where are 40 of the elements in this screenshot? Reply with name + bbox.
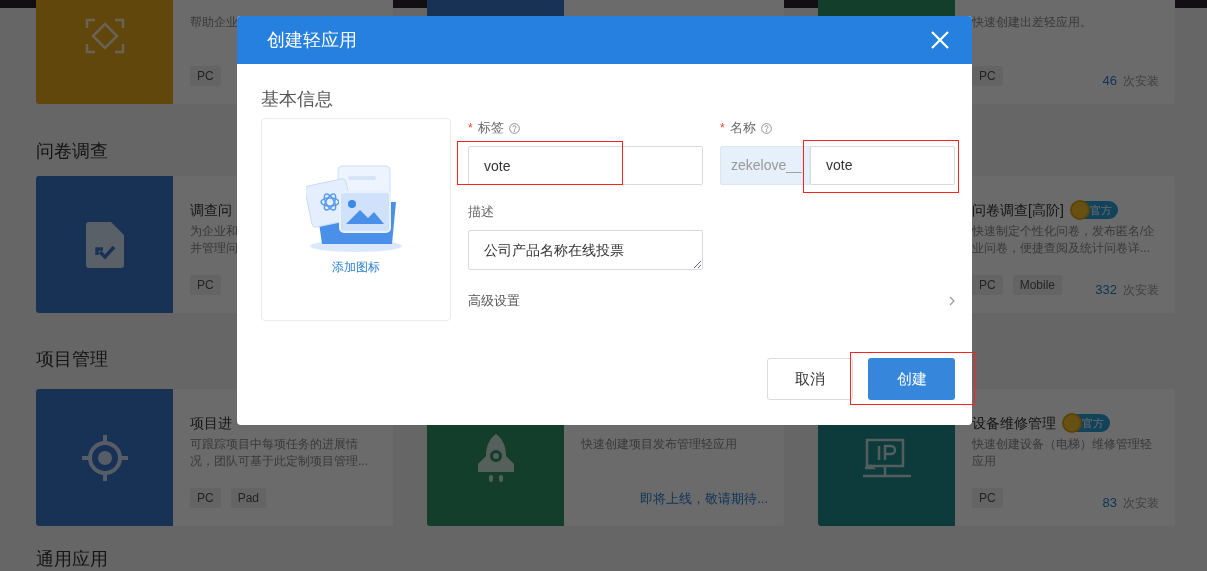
section-heading: 项目管理 (36, 349, 108, 369)
platform-tag: Mobile (1012, 275, 1063, 295)
label-input[interactable]: vote (468, 146, 703, 185)
card-title: 项目进 (190, 413, 232, 433)
official-badge: 官方 (1064, 414, 1110, 432)
platform-tag: PC (972, 488, 1003, 508)
name-prefix: zekelove__ (720, 146, 810, 185)
platform-tag: PC (190, 488, 221, 508)
platform-tag: PC (972, 275, 1003, 295)
help-icon[interactable] (508, 122, 520, 134)
platform-tag: PC (190, 66, 221, 86)
cancel-button[interactable]: 取消 (767, 358, 853, 400)
install-count: 46 (1102, 71, 1117, 90)
description-textarea[interactable]: 公司产品名称在线投票 (468, 230, 703, 270)
section-heading: 通用应用 (36, 549, 108, 569)
field-label: 标签 (477, 119, 504, 138)
card-title: 调查问 (190, 200, 232, 220)
required-mark: * (720, 120, 725, 137)
official-badge: 官方 (1071, 201, 1118, 219)
name-input[interactable]: vote (810, 146, 955, 185)
document-check-icon (85, 221, 124, 268)
help-icon[interactable] (760, 122, 772, 134)
card-title: 设备维修管理 (972, 413, 1056, 433)
chevron-right-icon (949, 296, 955, 306)
coming-soon-link[interactable]: 即将上线，敬请期待... (640, 488, 768, 508)
platform-tag: Pad (230, 488, 267, 508)
install-count: 332 (1095, 280, 1117, 299)
ip-monitor-icon (862, 437, 911, 478)
card-title: 问卷调查[高阶] (972, 200, 1064, 220)
section-heading: 问卷调查 (36, 141, 108, 161)
platform-tag: PC (190, 275, 221, 295)
icon-picker[interactable]: 添加图标 (261, 118, 451, 321)
dialog-title: 创建轻应用 (267, 28, 357, 52)
install-count: 83 (1102, 493, 1117, 512)
field-label: 描述 (468, 203, 494, 222)
target-icon (81, 434, 128, 481)
field-label: 名称 (729, 119, 756, 138)
required-mark: * (468, 120, 473, 137)
create-button[interactable]: 创建 (868, 358, 955, 400)
platform-tag: PC (972, 66, 1003, 86)
